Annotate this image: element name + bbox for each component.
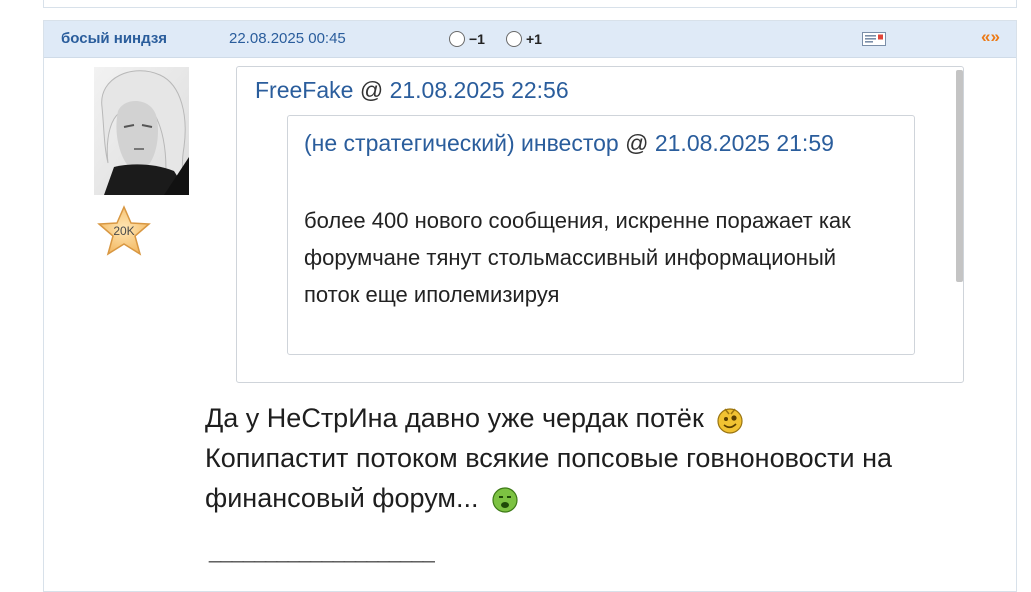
reply-text-2: Копипастит потоком всякие попсовые говно… xyxy=(205,443,893,513)
reply-body: Да у НеСтрИна давно уже чердак потёк Коп… xyxy=(205,398,995,518)
vote-plus-label: +1 xyxy=(526,31,542,47)
avatar[interactable] xyxy=(94,67,189,195)
quote-separator: @ xyxy=(353,77,390,103)
vote-minus-option[interactable]: −1 xyxy=(449,29,485,49)
reply-text-1: Да у НеСтрИна давно уже чердак потёк xyxy=(205,403,704,433)
vote-minus-radio[interactable] xyxy=(449,31,465,47)
quote-scrollbar[interactable] xyxy=(956,70,963,282)
author-name[interactable]: босый ниндзя xyxy=(61,30,167,47)
quote-header: FreeFake @ 21.08.2025 22:56 xyxy=(255,77,569,104)
sick-smiley-icon xyxy=(492,487,518,513)
nested-quote-date-link[interactable]: 21.08.2025 21:59 xyxy=(655,130,834,156)
quote-author-link[interactable]: FreeFake xyxy=(255,77,353,103)
post-date[interactable]: 22.08.2025 00:45 xyxy=(229,30,346,47)
quote-post-link[interactable]: «» xyxy=(981,27,1000,47)
nested-quote-text: более 400 нового сообщения, искренне пор… xyxy=(304,208,851,307)
nested-quote-separator: @ xyxy=(618,130,655,156)
previous-post-frame xyxy=(43,0,1017,8)
reply-line-2: Копипастит потоком всякие попсовые говно… xyxy=(205,438,995,518)
vote-plus-option[interactable]: +1 xyxy=(506,29,542,49)
vote-plus-radio[interactable] xyxy=(506,31,522,47)
nested-quote-block: (не стратегический) инвестор @ 21.08.202… xyxy=(287,115,915,355)
post-header: босый ниндзя 22.08.2025 00:45 −1 +1 «» xyxy=(44,21,1016,58)
signature-divider: ____________________ xyxy=(209,538,435,563)
rank-star-badge: 20K xyxy=(96,205,152,257)
quote-date-link[interactable]: 21.08.2025 22:56 xyxy=(390,77,569,103)
mail-icon[interactable] xyxy=(862,32,886,46)
reply-line-1: Да у НеСтрИна давно уже чердак потёк xyxy=(205,398,995,438)
vote-minus-label: −1 xyxy=(469,31,485,47)
rank-badge-label: 20K xyxy=(113,224,134,238)
quote-block: FreeFake @ 21.08.2025 22:56 (не стратеги… xyxy=(236,66,964,383)
nested-quote-author-link[interactable]: (не стратегический) инвестор xyxy=(304,130,619,156)
crazy-smiley-icon xyxy=(717,408,743,434)
nested-quote-header: (не стратегический) инвестор @ 21.08.202… xyxy=(304,124,894,162)
